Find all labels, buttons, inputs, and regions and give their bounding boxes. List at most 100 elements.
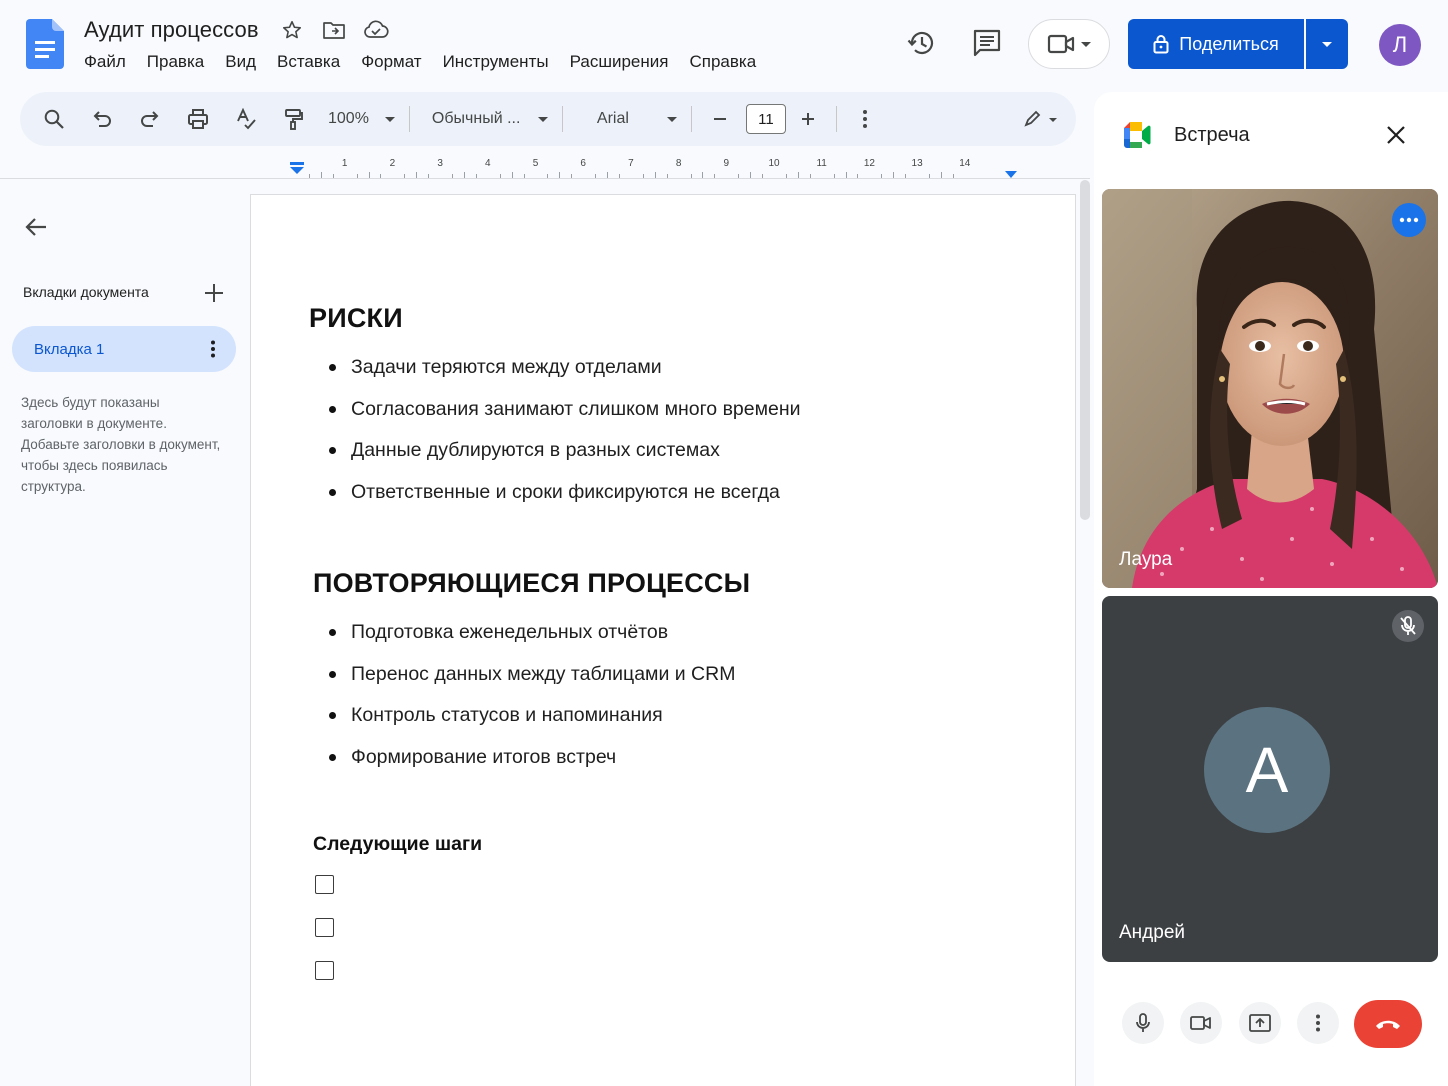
menu-help[interactable]: Справка <box>689 52 756 72</box>
checklist-checkbox[interactable] <box>315 875 334 894</box>
ruler-number: 6 <box>580 158 586 169</box>
chevron-down-icon <box>1322 41 1332 47</box>
google-meet-logo-icon <box>1124 122 1154 148</box>
ruler-number: 9 <box>723 158 730 169</box>
print-icon[interactable] <box>184 105 212 133</box>
style-value: Обычный ... <box>431 110 521 127</box>
video-camera-icon <box>1047 33 1075 55</box>
participant-video <box>1102 189 1438 588</box>
checklist-checkbox[interactable] <box>315 961 334 980</box>
document-tabs-heading: Вкладки документа <box>23 284 149 300</box>
leave-call-button[interactable] <box>1354 1000 1422 1048</box>
chevron-down-icon <box>1081 41 1091 47</box>
ruler-number: 13 <box>911 158 923 169</box>
chevron-down-icon <box>666 116 677 122</box>
ruler-number: 8 <box>675 158 682 169</box>
ruler-number: 10 <box>768 158 780 169</box>
ruler-number: 12 <box>863 158 875 169</box>
menu-insert[interactable]: Вставка <box>277 52 340 72</box>
decrease-font-size-icon[interactable] <box>706 105 734 133</box>
menu-bar: Файл Правка Вид Вставка Формат Инструмен… <box>84 52 756 72</box>
zoom-select[interactable]: 100% <box>328 110 395 128</box>
font-select[interactable]: Arial <box>577 110 677 128</box>
right-indent-marker[interactable] <box>1005 171 1017 178</box>
toolbar: 100% Обычный ... Arial 11 <box>20 92 1076 146</box>
lock-icon <box>1153 34 1169 54</box>
move-folder-icon[interactable] <box>321 17 347 43</box>
list-item: Перенос данных между таблицами и CRM <box>309 662 735 704</box>
chevron-down-icon <box>384 116 395 122</box>
document-title[interactable]: Аудит процессов <box>84 17 259 43</box>
cloud-saved-icon[interactable] <box>363 17 389 43</box>
redo-icon[interactable] <box>136 105 164 133</box>
style-select[interactable]: Обычный ... <box>424 110 548 128</box>
ruler-number: 5 <box>532 158 539 169</box>
list-item: Согласования занимают слишком много врем… <box>309 397 801 439</box>
search-icon[interactable] <box>40 105 68 133</box>
risks-list: Задачи теряются между отделами Согласова… <box>309 355 801 522</box>
tab-item[interactable]: Вкладка 1 <box>12 326 236 372</box>
editing-mode-icon[interactable] <box>1020 105 1060 133</box>
join-call-button[interactable] <box>1028 19 1110 69</box>
outline-hint: Здесь будут показаны заголовки в докумен… <box>21 395 221 494</box>
heading-repeating-processes: ПОВТОРЯЮЩИЕСЯ ПРОЦЕССЫ <box>313 568 751 598</box>
paint-format-icon[interactable] <box>280 105 308 133</box>
document-scrollbar[interactable] <box>1080 180 1090 520</box>
increase-font-size-icon[interactable] <box>794 105 822 133</box>
ruler-number: 1 <box>341 158 348 169</box>
list-item: Данные дублируются в разных системах <box>309 438 801 480</box>
menu-tools[interactable]: Инструменты <box>443 52 549 72</box>
checklist-checkbox[interactable] <box>315 918 334 937</box>
more-options-icon[interactable] <box>851 105 879 133</box>
participant-name: Лаура <box>1119 549 1173 570</box>
menu-format[interactable]: Формат <box>361 52 421 72</box>
ruler[interactable]: 1 2 3 4 5 6 7 8 9 10 11 12 13 14 <box>250 156 1076 178</box>
participant-avatar: А <box>1204 707 1330 833</box>
list-item: Подготовка еженедельных отчётов <box>309 620 735 662</box>
tab-options-icon[interactable] <box>210 340 216 358</box>
microphone-icon <box>1135 1013 1151 1033</box>
participant-name: Андрей <box>1119 922 1185 943</box>
microphone-button[interactable] <box>1122 1002 1164 1044</box>
share-options-button[interactable] <box>1306 19 1348 69</box>
hang-up-icon <box>1374 1018 1402 1030</box>
video-camera-icon <box>1190 1015 1212 1031</box>
heading-next-steps: Следующие шаги <box>313 833 483 855</box>
menu-extensions[interactable]: Расширения <box>570 52 669 72</box>
left-indent-marker[interactable] <box>290 162 304 174</box>
present-screen-button[interactable] <box>1239 1002 1281 1044</box>
star-icon[interactable] <box>279 17 305 43</box>
font-size-input[interactable]: 11 <box>745 104 786 134</box>
more-options-button[interactable] <box>1297 1002 1339 1044</box>
ruler-number: 14 <box>959 158 971 169</box>
ruler-number: 3 <box>437 158 443 169</box>
menu-view[interactable]: Вид <box>225 52 256 72</box>
divider <box>408 106 410 132</box>
meet-panel-title: Встреча <box>1174 124 1250 146</box>
document-page[interactable]: РИСКИ Задачи теряются между отделами Сог… <box>250 194 1076 1086</box>
menu-file[interactable]: Файл <box>84 52 126 72</box>
spellcheck-icon[interactable] <box>232 105 260 133</box>
zoom-value: 100% <box>328 110 369 127</box>
processes-list: Подготовка еженедельных отчётов Перенос … <box>309 620 735 787</box>
title-row: Аудит процессов <box>84 16 389 44</box>
camera-button[interactable] <box>1180 1002 1222 1044</box>
participant-tile-laura[interactable]: Лаура <box>1102 189 1438 588</box>
header-divider <box>0 178 1090 179</box>
participant-options-icon[interactable] <box>1392 203 1426 237</box>
list-item: Контроль статусов и напоминания <box>309 703 735 745</box>
present-screen-icon <box>1249 1014 1271 1032</box>
participant-tile-andrei[interactable]: А Андрей <box>1102 596 1438 962</box>
docs-logo-icon[interactable] <box>26 19 64 69</box>
add-tab-icon[interactable] <box>203 282 225 304</box>
version-history-icon[interactable] <box>906 27 938 59</box>
share-button[interactable]: Поделиться <box>1128 19 1304 69</box>
close-icon[interactable] <box>1384 123 1408 147</box>
close-outline-arrow-icon[interactable] <box>24 214 50 240</box>
account-avatar[interactable]: Л <box>1379 24 1421 66</box>
chevron-down-icon <box>537 116 548 122</box>
undo-icon[interactable] <box>88 105 116 133</box>
list-item: Задачи теряются между отделами <box>309 355 801 397</box>
comments-icon[interactable] <box>971 27 1003 59</box>
menu-edit[interactable]: Правка <box>147 52 204 72</box>
